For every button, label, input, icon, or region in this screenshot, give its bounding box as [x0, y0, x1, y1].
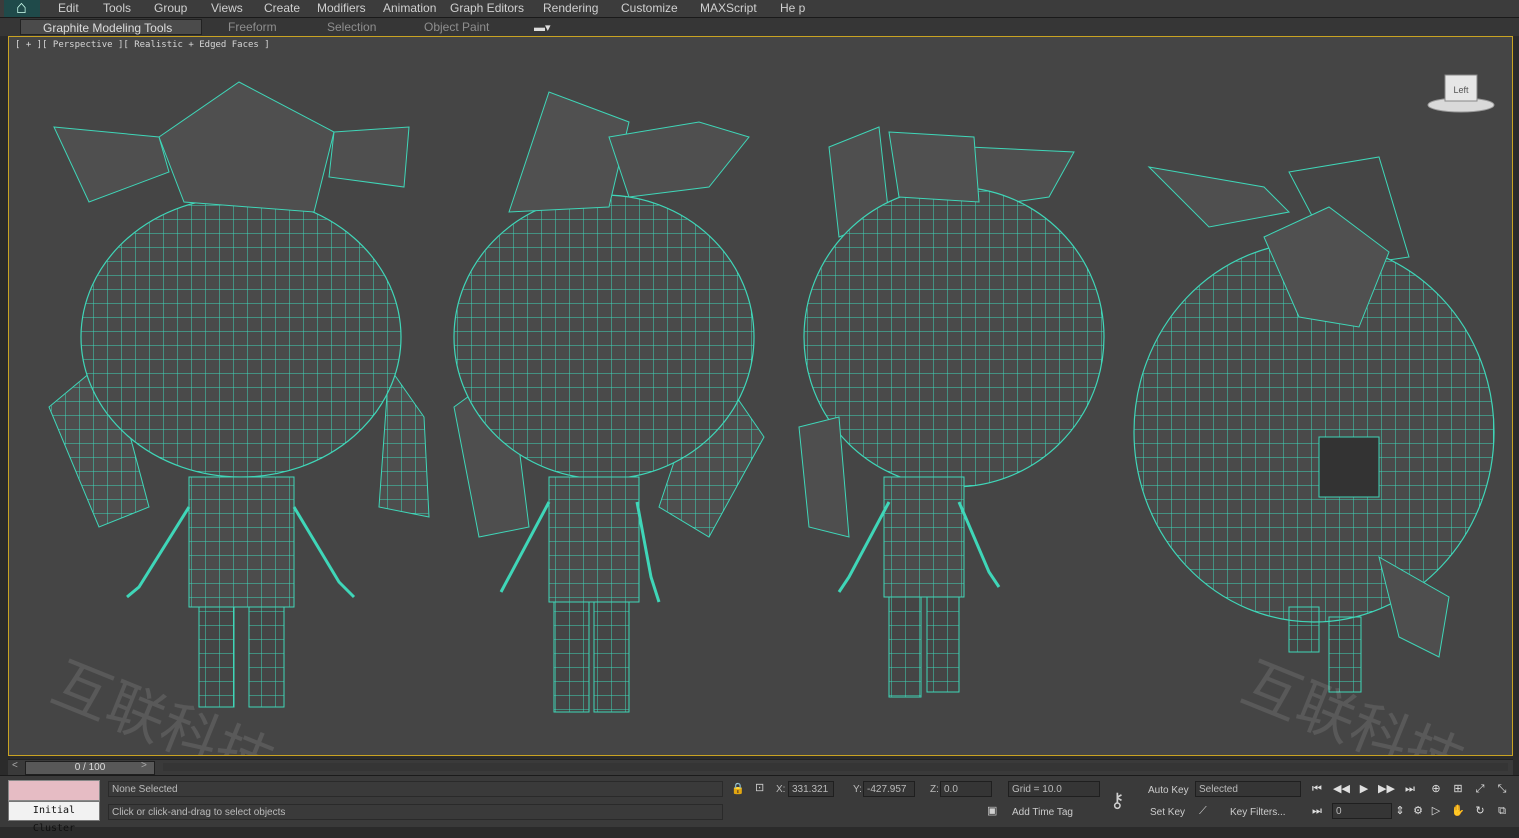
- cluster-label[interactable]: Initial Cluster: [8, 801, 100, 834]
- track-bar[interactable]: [163, 763, 1508, 771]
- zoom-icon[interactable]: ⊕: [1428, 781, 1444, 797]
- zoom-all-icon[interactable]: ⊞: [1450, 781, 1466, 797]
- time-slider-bar: < 0 / 100 >: [8, 759, 1513, 775]
- set-key-mode-icon[interactable]: ⚷: [1110, 788, 1125, 813]
- zoom-extents-all-icon[interactable]: ⤡: [1494, 781, 1510, 797]
- key-mode-dropdown[interactable]: Selected: [1195, 781, 1301, 797]
- menu-animation[interactable]: Animation: [383, 0, 436, 16]
- status-bar: Initial Cluster None Selected Click or c…: [0, 775, 1519, 834]
- character-side-view: [798, 126, 1105, 698]
- maxscript-listener-swatch[interactable]: [8, 780, 100, 801]
- go-to-start-icon[interactable]: ⏮: [1309, 781, 1325, 797]
- viewcube-icon[interactable]: Left: [1426, 71, 1496, 116]
- menu-rendering[interactable]: Rendering: [543, 0, 598, 16]
- character-front-view: [48, 81, 430, 708]
- menu-group[interactable]: Group: [154, 0, 187, 16]
- play-icon[interactable]: ▶: [1356, 781, 1372, 797]
- frame-spinner-icon[interactable]: ⇕: [1392, 803, 1408, 819]
- perspective-viewport[interactable]: [ + ][ Perspective ][ Realistic + Edged …: [8, 36, 1513, 756]
- y-coordinate-field[interactable]: -427.957: [863, 781, 915, 797]
- selection-lock-icon[interactable]: 🔒: [731, 782, 745, 795]
- current-frame-field[interactable]: 0: [1332, 803, 1392, 819]
- tab-freeform[interactable]: Freeform: [228, 19, 277, 35]
- x-label: X:: [776, 784, 786, 795]
- orbit-icon[interactable]: ↻: [1472, 803, 1488, 819]
- character-three-quarter-view: [453, 91, 765, 713]
- menu-modifiers[interactable]: Modifiers: [317, 0, 366, 16]
- ribbon-toggle-icon[interactable]: ▬▾: [534, 21, 551, 34]
- menu-edit[interactable]: Edit: [58, 0, 79, 16]
- ribbon-bar: Graphite Modeling Tools Freeform Selecti…: [0, 18, 1519, 36]
- auto-key-button[interactable]: Auto Key: [1148, 782, 1189, 799]
- key-mode-toggle-icon[interactable]: ⏭: [1309, 803, 1325, 819]
- z-coordinate-field[interactable]: 0.0: [940, 781, 992, 797]
- time-config-icon[interactable]: ⚙: [1410, 803, 1426, 819]
- tab-graphite-modeling-tools[interactable]: Graphite Modeling Tools: [20, 19, 202, 35]
- time-slider[interactable]: 0 / 100: [25, 761, 155, 775]
- menu-graph-editors[interactable]: Graph Editors: [450, 0, 524, 16]
- set-key-icon[interactable]: ⟋: [1199, 805, 1207, 818]
- previous-frame-icon[interactable]: ◀◀: [1333, 781, 1350, 797]
- x-coordinate-field[interactable]: 331.321: [788, 781, 834, 797]
- menu-help[interactable]: He p: [780, 0, 805, 16]
- grid-size-readout: Grid = 10.0: [1008, 781, 1100, 797]
- maximize-viewport-icon[interactable]: ⧉: [1494, 803, 1510, 819]
- selection-info: None Selected: [108, 781, 723, 797]
- time-next-button[interactable]: >: [141, 760, 147, 771]
- menu-create[interactable]: Create: [264, 0, 300, 16]
- viewcube-face-label: Left: [1453, 85, 1469, 95]
- menu-tools[interactable]: Tools: [103, 0, 131, 16]
- field-of-view-icon[interactable]: ▷: [1428, 803, 1444, 819]
- zoom-extents-icon[interactable]: ⤢: [1472, 781, 1488, 797]
- app-logo-icon[interactable]: ⌂: [4, 0, 40, 17]
- tab-object-paint[interactable]: Object Paint: [424, 19, 489, 35]
- menu-maxscript[interactable]: MAXScript: [700, 0, 757, 16]
- set-key-button[interactable]: Set Key: [1150, 804, 1185, 821]
- pan-icon[interactable]: ✋: [1450, 803, 1466, 819]
- prompt-line: Click or click-and-drag to select object…: [108, 804, 723, 820]
- time-prev-button[interactable]: <: [12, 760, 18, 771]
- z-label: Z:: [930, 784, 939, 795]
- absolute-mode-icon[interactable]: ⊡: [755, 781, 764, 794]
- add-time-tag-button[interactable]: Add Time Tag: [1012, 804, 1073, 821]
- key-filters-button[interactable]: Key Filters...: [1230, 804, 1286, 821]
- character-back-view: [1133, 156, 1495, 693]
- y-label: Y:: [853, 784, 862, 795]
- time-tag-icon[interactable]: ▣: [987, 804, 997, 817]
- tab-selection[interactable]: Selection: [327, 19, 376, 35]
- menu-views[interactable]: Views: [211, 0, 243, 16]
- menu-customize[interactable]: Customize: [621, 0, 678, 16]
- next-frame-icon[interactable]: ▶▶: [1378, 781, 1395, 797]
- menu-bar: ⌂ Edit Tools Group Views Create Modifier…: [0, 0, 1519, 18]
- go-to-end-icon[interactable]: ⏭: [1402, 781, 1418, 797]
